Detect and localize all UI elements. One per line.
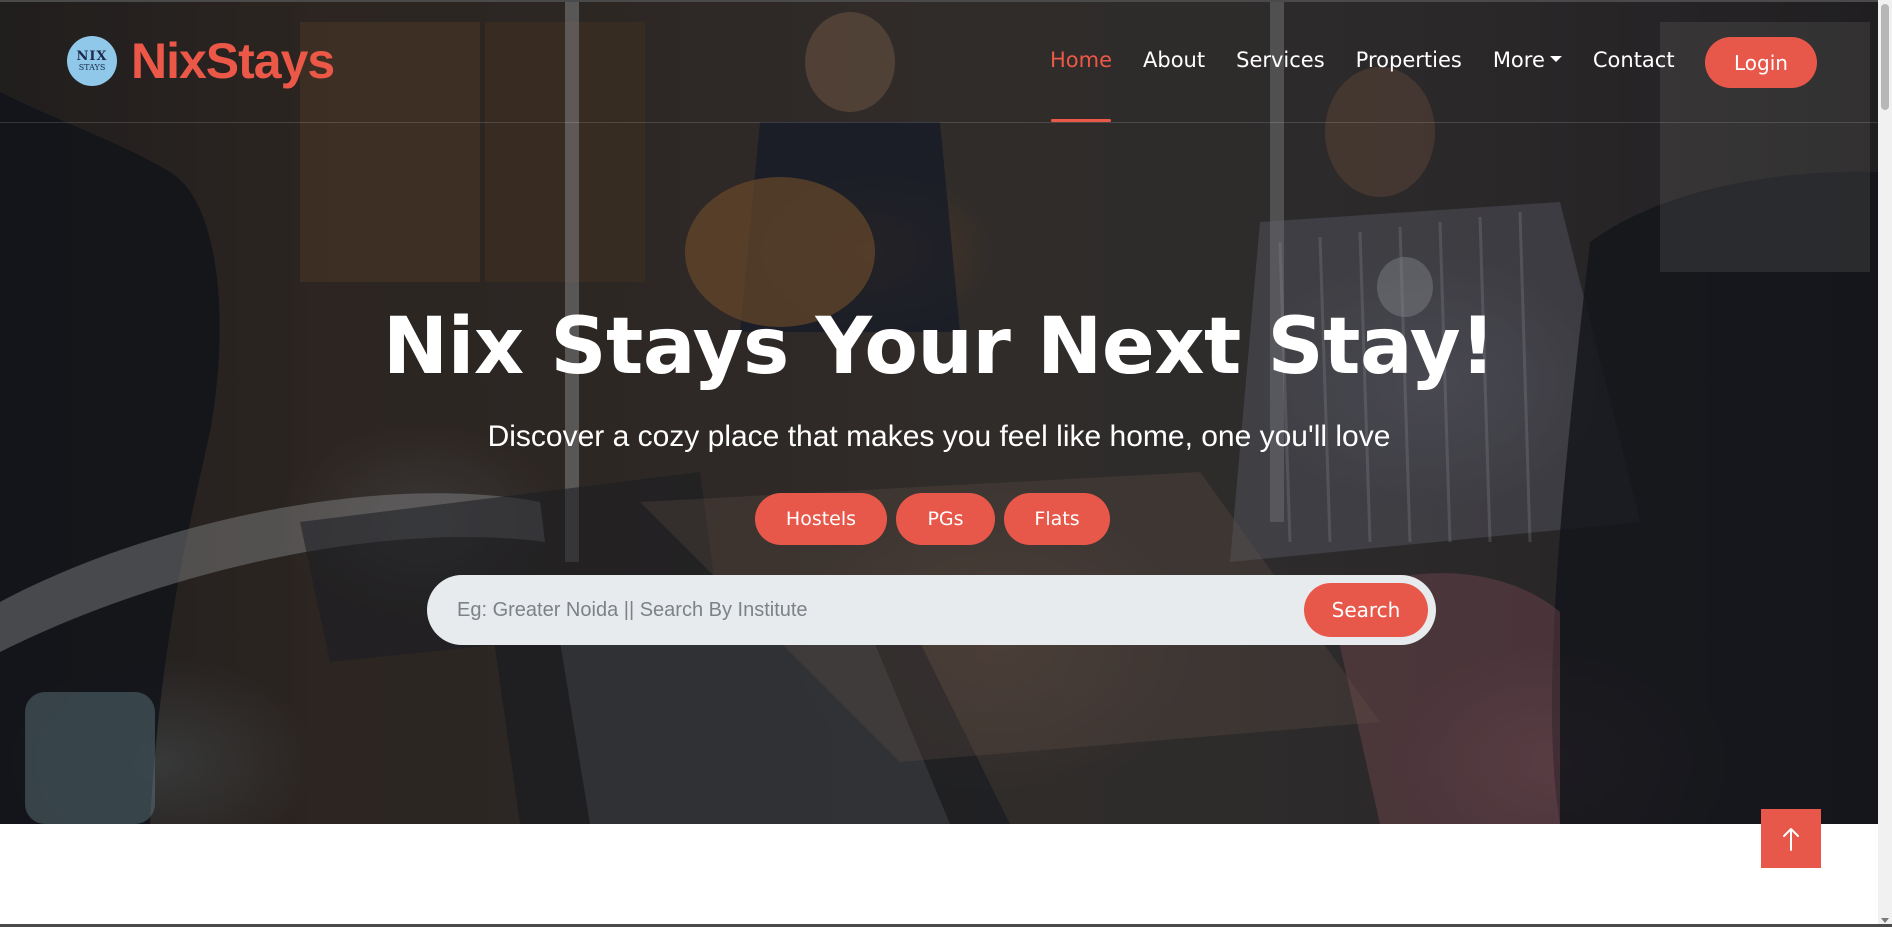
nav-item-properties[interactable]: Properties [1356,48,1462,72]
scrollbar-thumb[interactable] [1881,4,1889,110]
brand-name: NixStays [131,33,335,89]
arrow-up-icon [1783,827,1799,851]
brand-logo-icon: NIX STAYS [67,36,117,86]
search-button[interactable]: Search [1304,583,1428,637]
category-hostels-button[interactable]: Hostels [755,493,887,545]
nav-item-more-label: More [1492,48,1545,72]
hero-section [0,2,1878,824]
scroll-down-arrow-icon[interactable] [1881,918,1889,923]
nav-item-home[interactable]: Home [1050,48,1112,72]
login-button[interactable]: Login [1705,37,1817,88]
nav-item-contact[interactable]: Contact [1593,48,1675,72]
category-flats-button[interactable]: Flats [1004,493,1110,545]
nav-menu: Home About Services Properties More Cont… [1050,48,1706,72]
brand-link[interactable]: NIX STAYS NixStays [67,32,335,90]
category-buttons: Hostels PGs Flats [755,493,1119,545]
logo-text-top: NIX [76,49,108,64]
page-scrollbar[interactable] [1878,0,1892,927]
hero-dark-overlay [0,2,1878,824]
nav-item-more[interactable]: More [1493,48,1562,72]
nav-item-about[interactable]: About [1143,48,1205,72]
caret-down-icon [1549,56,1562,62]
back-to-top-button[interactable] [1761,809,1821,868]
category-pgs-button[interactable]: PGs [896,493,995,545]
search-form: Search [427,575,1436,645]
hero-title: Nix Stays Your Next Stay! [382,302,1496,392]
logo-text-bottom: STAYS [78,63,106,72]
active-nav-indicator [1051,119,1111,122]
search-input[interactable] [427,575,1304,645]
nav-item-services[interactable]: Services [1236,48,1325,72]
hero-subtitle: Discover a cozy place that makes you fee… [487,420,1391,453]
